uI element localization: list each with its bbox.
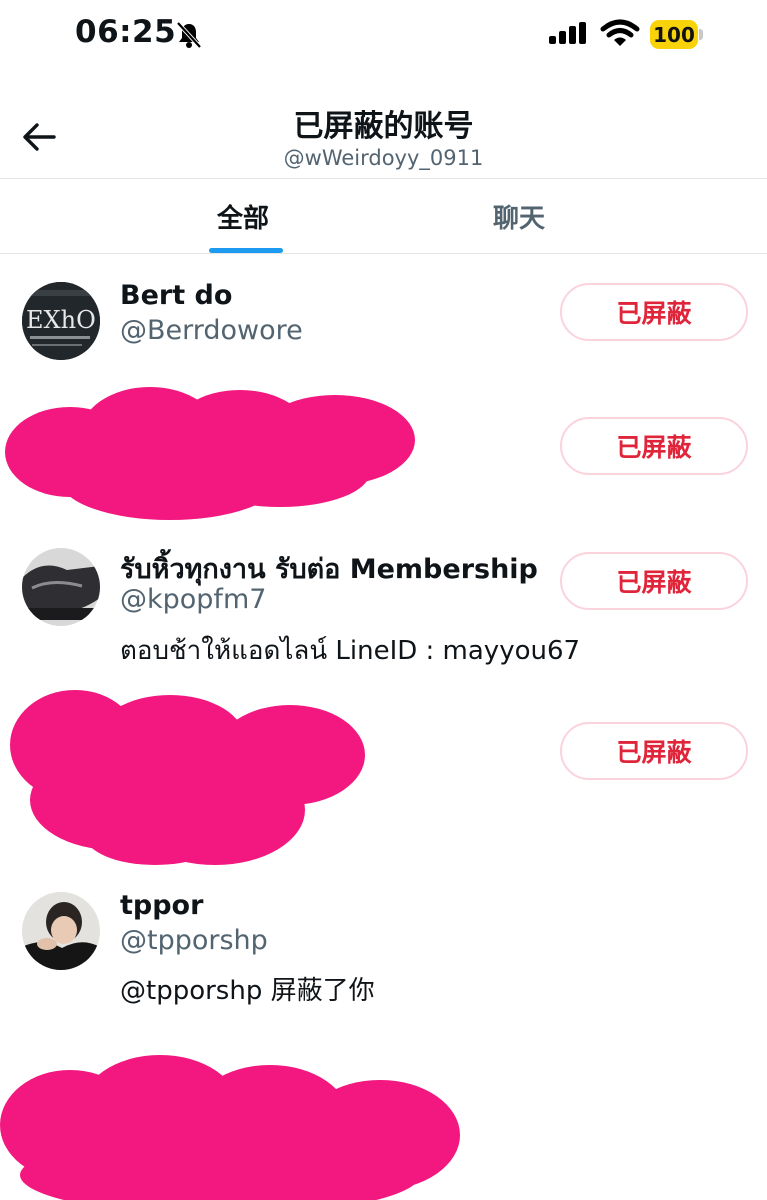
tab-all-label: 全部 xyxy=(217,204,270,234)
tabs-divider xyxy=(0,253,767,254)
account-bio: @tpporshp 屏蔽了你 xyxy=(120,976,375,1006)
avatar-image: EXhO xyxy=(22,282,100,360)
avatar[interactable]: EXhO xyxy=(22,282,100,360)
avatar-image xyxy=(22,892,100,970)
header-divider xyxy=(0,178,767,179)
page-title: 已屏蔽的账号 xyxy=(293,109,474,144)
wifi-icon xyxy=(600,19,640,46)
redaction-scribble xyxy=(5,387,415,520)
blocked-button[interactable]: 已屏蔽 xyxy=(560,552,748,610)
blocked-button[interactable]: 已屏蔽 xyxy=(560,722,748,780)
blocked-button[interactable]: 已屏蔽 xyxy=(560,417,748,475)
account-name[interactable]: Bert do xyxy=(120,280,232,311)
blocked-button[interactable]: 已屏蔽 xyxy=(560,283,748,341)
redaction-scribble xyxy=(0,1055,460,1200)
bell-muted-icon xyxy=(176,21,202,49)
redaction-scribble xyxy=(10,690,365,865)
battery-icon: 100 xyxy=(650,20,698,49)
account-bio: ตอบช้าให้แอดไลน์ LineID : mayyou67 xyxy=(120,636,581,666)
avatar[interactable] xyxy=(22,892,100,970)
tab-chat-label: 聊天 xyxy=(493,204,546,234)
battery-tip xyxy=(699,29,703,40)
avatar[interactable] xyxy=(22,548,100,626)
account-handle: @tpporshp xyxy=(120,925,268,956)
page-subtitle: @wWeirdoyy_0911 xyxy=(283,146,484,170)
svg-text:EXhO: EXhO xyxy=(26,306,96,334)
status-time: 06:25 xyxy=(75,14,177,50)
account-handle: @kpopfm7 xyxy=(120,584,267,615)
avatar-image xyxy=(22,548,100,626)
account-handle: @Berrdowore xyxy=(120,315,303,346)
signal-icon xyxy=(549,22,586,48)
account-name[interactable]: tppor xyxy=(120,890,203,921)
tab-chat[interactable]: 聊天 xyxy=(330,180,714,253)
